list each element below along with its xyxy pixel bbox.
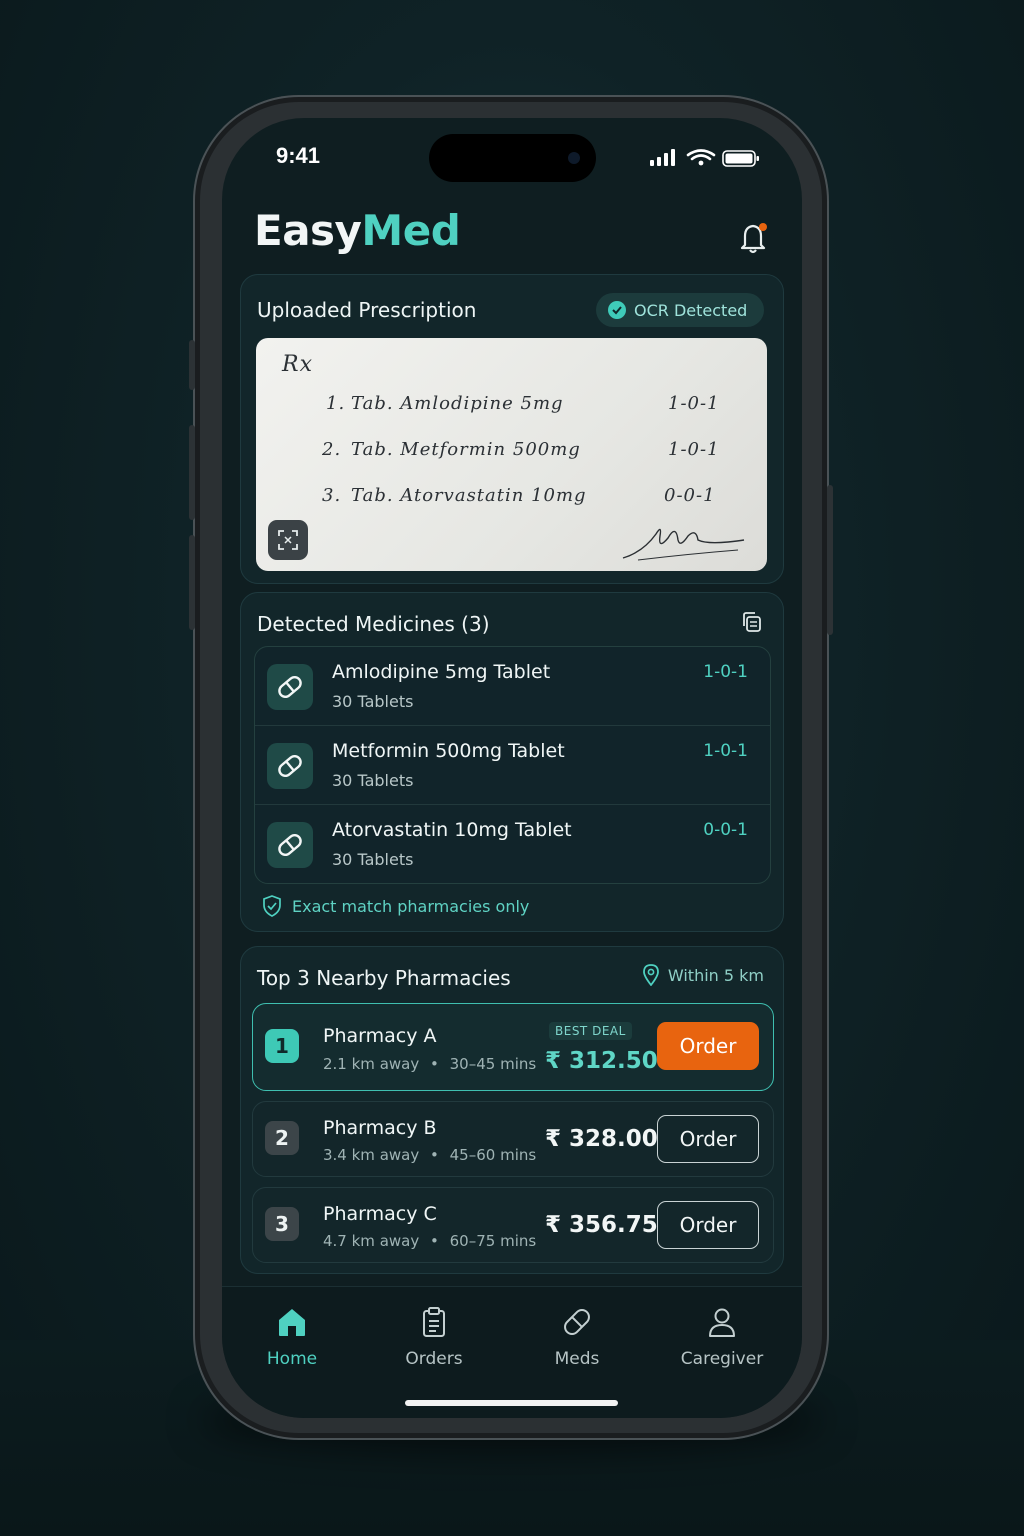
- list-item[interactable]: Amlodipine 5mg Tablet 30 Tablets 1-0-1: [255, 647, 770, 725]
- volume-up-button: [189, 425, 195, 520]
- expand-scan-button[interactable]: [268, 520, 308, 560]
- power-button: [827, 485, 833, 635]
- location-pin-icon: [642, 964, 659, 986]
- volume-down-button: [189, 535, 195, 630]
- nav-item-orders[interactable]: Orders: [374, 1305, 494, 1369]
- exact-match-label: Exact match pharmacies only: [292, 896, 530, 916]
- rx-line-1: Tab. Amlodipine 5mg: [351, 393, 564, 414]
- action-button: [189, 340, 195, 390]
- rx-line-3: Tab. Atorvastatin 10mg: [351, 485, 587, 506]
- nav-label: Meds: [554, 1349, 600, 1369]
- pill-icon: [564, 1309, 590, 1335]
- person-icon: [709, 1308, 735, 1337]
- pharmacy-row[interactable]: 3 Pharmacy C 4.7 km away • 60–75 mins ₹ …: [252, 1187, 774, 1263]
- notifications-button[interactable]: [734, 218, 774, 258]
- medicine-quantity: 30 Tablets: [332, 692, 414, 711]
- pharmacy-meta: 3.4 km away • 45–60 mins: [323, 1146, 537, 1164]
- prescription-title: Uploaded Prescription: [257, 298, 477, 322]
- nav-label: Caregiver: [680, 1349, 764, 1369]
- battery-icon: [722, 150, 759, 167]
- pill-icon: [267, 822, 313, 868]
- medicine-quantity: 30 Tablets: [332, 771, 414, 790]
- pharmacy-price: ₹ 312.50: [545, 1048, 658, 1074]
- shield-check-icon: [263, 895, 281, 917]
- pharmacy-name: Pharmacy B: [323, 1117, 437, 1139]
- home-indicator[interactable]: [405, 1400, 618, 1406]
- best-deal-badge: BEST DEAL: [549, 1022, 632, 1040]
- camera-icon: [568, 152, 580, 164]
- pill-icon: [267, 743, 313, 789]
- nav-label: Orders: [405, 1349, 463, 1369]
- bell-icon: [740, 223, 767, 254]
- nav-item-home[interactable]: Home: [232, 1305, 352, 1369]
- prescription-image[interactable]: Rx 1. Tab. Amlodipine 5mg 1-0-1 2. Tab. …: [256, 338, 767, 571]
- medicine-dosage: 1-0-1: [703, 741, 748, 761]
- app-logo: EasyMed: [254, 206, 461, 255]
- medicine-name: Atorvastatin 10mg Tablet: [332, 819, 572, 841]
- radius-label: Within 5 km: [667, 965, 764, 985]
- exact-match-note: Exact match pharmacies only: [262, 895, 529, 917]
- rank-badge: 3: [265, 1207, 299, 1241]
- order-button[interactable]: Order: [657, 1022, 759, 1070]
- nav-label: Home: [266, 1349, 318, 1369]
- nav-item-meds[interactable]: Meds: [517, 1305, 637, 1369]
- rx-line-3-number: 3.: [322, 485, 342, 506]
- nav-item-caregiver[interactable]: Caregiver: [662, 1305, 782, 1369]
- list-item[interactable]: Atorvastatin 10mg Tablet 30 Tablets 0-0-…: [255, 805, 770, 883]
- pharmacy-price: ₹ 356.75: [545, 1212, 658, 1238]
- status-time: 9:41: [276, 143, 321, 168]
- doctor-signature: [622, 528, 745, 561]
- medicine-dosage: 0-0-1: [703, 820, 748, 840]
- status-icons: [650, 149, 759, 167]
- rx-line-2: Tab. Metformin 500mg: [351, 439, 581, 460]
- pharmacy-name: Pharmacy A: [323, 1025, 437, 1047]
- order-button[interactable]: Order: [657, 1201, 759, 1249]
- check-icon: [608, 301, 626, 319]
- home-icon: [279, 1309, 305, 1336]
- order-button[interactable]: Order: [657, 1115, 759, 1163]
- ocr-badge-label: OCR Detected: [634, 300, 748, 320]
- signal-icon: [650, 149, 675, 166]
- pharmacy-meta: 2.1 km away • 30–45 mins: [323, 1055, 537, 1073]
- medicine-list: Amlodipine 5mg Tablet 30 Tablets 1-0-1 M…: [254, 646, 771, 884]
- dynamic-island: [429, 134, 596, 182]
- wifi-icon: [686, 149, 716, 161]
- scan-icon: [278, 530, 298, 550]
- detected-medicines-title: Detected Medicines (3): [257, 612, 490, 636]
- rank-badge: 1: [265, 1029, 299, 1063]
- medicine-dosage: 1-0-1: [703, 662, 748, 682]
- rank-badge: 2: [265, 1121, 299, 1155]
- rx-line-2-number: 2.: [322, 439, 342, 460]
- pharmacies-title: Top 3 Nearby Pharmacies: [257, 966, 511, 990]
- rx-symbol: Rx: [282, 352, 313, 377]
- medicine-name: Metformin 500mg Tablet: [332, 740, 565, 762]
- pharmacy-meta: 4.7 km away • 60–75 mins: [323, 1232, 537, 1250]
- copy-icon[interactable]: [740, 610, 764, 634]
- medicine-quantity: 30 Tablets: [332, 850, 414, 869]
- phone-screen: 9:41 EasyMed Uploaded Prescription OCR D…: [222, 118, 802, 1418]
- rx-line-1-dose: 1-0-1: [668, 393, 720, 414]
- rx-line-3-dose: 0-0-1: [664, 485, 716, 506]
- clipboard-icon: [423, 1307, 445, 1337]
- ocr-status-badge: OCR Detected: [596, 293, 764, 327]
- pharmacy-row[interactable]: 2 Pharmacy B 3.4 km away • 45–60 mins ₹ …: [252, 1101, 774, 1177]
- radius-filter[interactable]: Within 5 km: [642, 964, 764, 986]
- pill-icon: [267, 664, 313, 710]
- pharmacy-price: ₹ 328.00: [545, 1126, 658, 1152]
- list-item[interactable]: Metformin 500mg Tablet 30 Tablets 1-0-1: [255, 726, 770, 804]
- rx-line-2-dose: 1-0-1: [668, 439, 720, 460]
- rx-line-1-number: 1.: [326, 393, 346, 414]
- pharmacy-name: Pharmacy C: [323, 1203, 437, 1225]
- bottom-nav: Home Orders Meds Caregiver: [222, 1286, 802, 1418]
- pharmacy-row[interactable]: 1 Pharmacy A 2.1 km away • 30–45 mins BE…: [252, 1003, 774, 1091]
- medicine-name: Amlodipine 5mg Tablet: [332, 661, 551, 683]
